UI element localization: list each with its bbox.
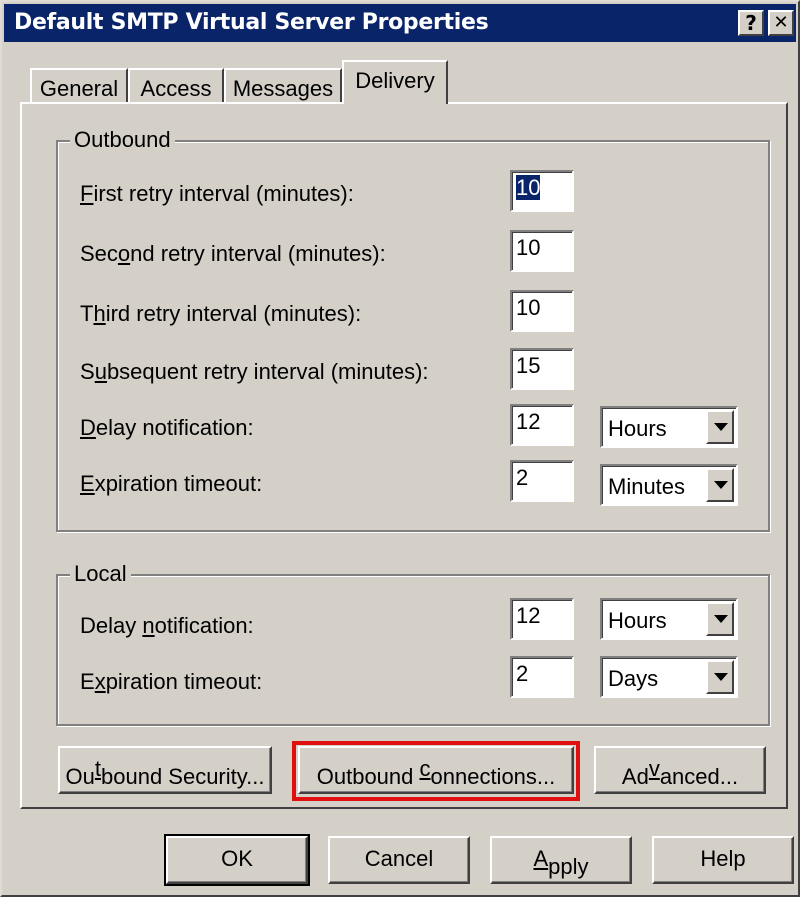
second-retry-input[interactable]: 10 (510, 230, 574, 272)
tab-access[interactable]: Access (128, 68, 224, 102)
highlight-box (292, 741, 580, 801)
tab-messages[interactable]: Messages (224, 68, 342, 102)
outbound-delay-notification-label: Delay notification: (80, 415, 254, 440)
chevron-down-icon[interactable] (706, 660, 734, 694)
tab-general[interactable]: General (30, 68, 128, 102)
chevron-down-icon[interactable] (706, 602, 734, 636)
title-bar[interactable]: Default SMTP Virtual Server Properties ?… (4, 4, 796, 42)
dialog-window: Default SMTP Virtual Server Properties ?… (0, 0, 800, 897)
local-group (56, 574, 770, 726)
help-footer-button[interactable]: Help (652, 836, 794, 884)
local-expiration-input[interactable]: 2 (510, 656, 574, 698)
outbound-delay-notification-input[interactable]: 12 (510, 404, 574, 446)
local-expiration-unit-value: Days (608, 666, 659, 691)
apply-button[interactable]: Apply (490, 836, 632, 884)
delivery-tab-panel: Outbound First retry interval (minutes):… (20, 102, 788, 809)
local-delay-unit-select[interactable]: Hours (600, 598, 738, 640)
local-legend: Local (70, 562, 131, 586)
ok-button[interactable]: OK (164, 834, 310, 886)
third-retry-label: Third retry interval (minutes): (80, 301, 362, 326)
third-retry-input[interactable]: 10 (510, 290, 574, 332)
cancel-button[interactable]: Cancel (328, 836, 470, 884)
outbound-delay-unit-select[interactable]: Hours (600, 406, 738, 448)
outbound-expiration-label: Expiration timeout: (80, 471, 263, 496)
local-expiration-unit-select[interactable]: Days (600, 656, 738, 698)
chevron-down-icon[interactable] (706, 468, 734, 502)
local-delay-notification-label: Delay notification: (80, 613, 254, 638)
first-retry-label: First retry interval (minutes): (80, 181, 354, 206)
local-delay-notification-input[interactable]: 12 (510, 598, 574, 640)
tab-delivery[interactable]: Delivery (342, 60, 448, 104)
window-title: Default SMTP Virtual Server Properties (14, 10, 489, 35)
subsequent-retry-input[interactable]: 15 (510, 348, 574, 390)
outbound-expiration-unit-select[interactable]: Minutes (600, 464, 738, 506)
second-retry-label: Second retry interval (minutes): (80, 241, 386, 266)
outbound-legend: Outbound (70, 128, 175, 152)
close-button[interactable]: ✕ (768, 10, 794, 36)
outbound-security-button[interactable]: Outbound Security... (58, 746, 272, 794)
advanced-button[interactable]: Advanced... (594, 746, 766, 794)
first-retry-input[interactable]: 10 (510, 170, 574, 212)
local-expiration-label: Expiration timeout: (80, 669, 263, 694)
subsequent-retry-label: Subsequent retry interval (minutes): (80, 359, 429, 384)
chevron-down-icon[interactable] (706, 410, 734, 444)
outbound-expiration-unit-value: Minutes (608, 474, 686, 499)
outbound-expiration-input[interactable]: 2 (510, 460, 574, 502)
help-button[interactable]: ? (738, 10, 764, 36)
outbound-delay-unit-value: Hours (608, 416, 667, 441)
local-delay-unit-value: Hours (608, 608, 667, 633)
